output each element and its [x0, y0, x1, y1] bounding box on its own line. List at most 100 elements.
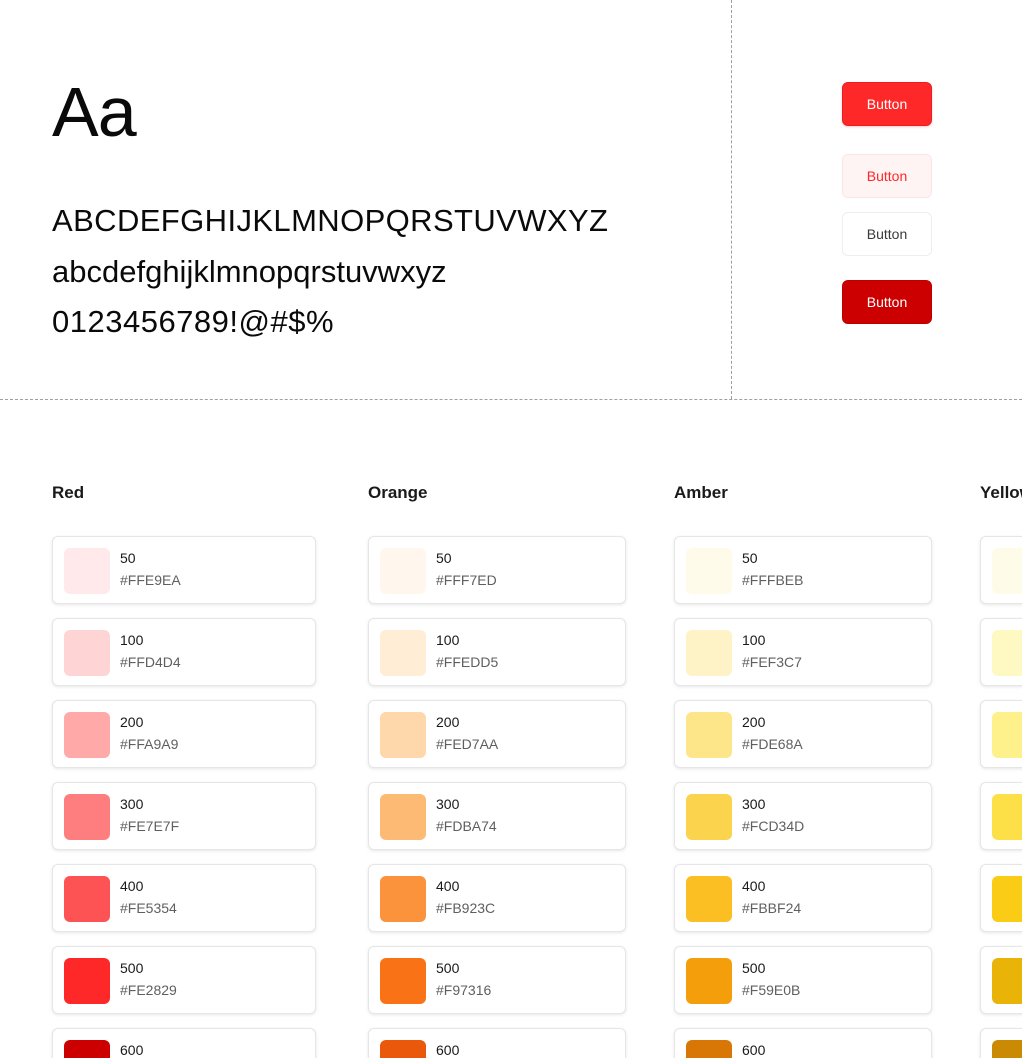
- swatch-card[interactable]: 50 #FFE9EA: [52, 536, 316, 604]
- swatch-card[interactable]: 200 #FDE68A: [674, 700, 932, 768]
- color-chip: [992, 876, 1022, 922]
- swatch-shade: 100: [120, 632, 144, 648]
- color-chip: [380, 876, 426, 922]
- color-chip: [64, 794, 110, 840]
- swatch-hex: #FFEDD5: [436, 654, 499, 670]
- swatch-card[interactable]: 100#FEF9C3: [980, 618, 1022, 686]
- type-sample: Aa: [52, 73, 137, 151]
- swatch-hex: #FED7AA: [436, 736, 499, 752]
- swatch-card[interactable]: 200#FEF08A: [980, 700, 1022, 768]
- color-chip: [686, 630, 732, 676]
- color-chip: [64, 876, 110, 922]
- swatch-card[interactable]: 600#EA580C: [368, 1028, 626, 1058]
- swatch-card[interactable]: 400#FACC15: [980, 864, 1022, 932]
- swatch-shade: 50: [120, 550, 136, 566]
- swatch-hex: #FFA9A9: [120, 736, 179, 752]
- swatch-hex: #FB923C: [436, 900, 496, 916]
- swatch-hex: #FFE9EA: [120, 572, 181, 588]
- vertical-divider: [731, 0, 732, 399]
- swatch-card[interactable]: 300#FDE047: [980, 782, 1022, 850]
- swatch-shade: 50: [742, 550, 758, 566]
- swatch-hex: #F97316: [436, 982, 492, 998]
- palette-title: Red: [52, 483, 85, 502]
- swatch-hex: #FE5354: [120, 900, 177, 916]
- swatch-hex: #F59E0B: [742, 982, 801, 998]
- swatch-shade: 100: [742, 632, 766, 648]
- swatch-card[interactable]: 300 #FDBA74: [368, 782, 626, 850]
- swatch-shade: 500: [742, 960, 766, 976]
- lowercase-alphabet: abcdefghijklmnopqrstuvwxyz: [52, 254, 447, 289]
- palette-title: Orange: [368, 483, 428, 502]
- swatch-shade: 50: [436, 550, 452, 566]
- swatch-hex: #FE2829: [120, 982, 177, 998]
- swatch-hex: #FE7E7F: [120, 818, 180, 834]
- swatch-card[interactable]: 50 #FFFBEB: [674, 536, 932, 604]
- palette-title: Yellow: [980, 483, 1022, 502]
- swatch-card[interactable]: 600#CA8A04: [980, 1028, 1022, 1058]
- color-chip: [992, 712, 1022, 758]
- color-chip: [686, 876, 732, 922]
- swatch-card[interactable]: 500 #F59E0B: [674, 946, 932, 1014]
- swatch-card[interactable]: 100 #FFD4D4: [52, 618, 316, 686]
- design-system-canvas: Aa ABCDEFGHIJKLMNOPQRSTUVWXYZ abcdefghij…: [0, 0, 1022, 1058]
- dark-button[interactable]: Button: [842, 280, 932, 324]
- color-chip: [380, 630, 426, 676]
- swatch-hex: #FCD34D: [742, 818, 805, 834]
- swatch-card[interactable]: 400 #FBBF24: [674, 864, 932, 932]
- swatch-card[interactable]: 500 #FE2829: [52, 946, 316, 1014]
- color-chip: [64, 712, 110, 758]
- color-chip: [992, 794, 1022, 840]
- swatch-card[interactable]: 400 #FB923C: [368, 864, 626, 932]
- horizontal-divider: [0, 399, 1022, 400]
- primary-button[interactable]: Button: [842, 82, 932, 126]
- swatch-shade: 200: [436, 714, 460, 730]
- ghost-button[interactable]: Button: [842, 212, 932, 256]
- color-chip: [992, 548, 1022, 594]
- swatch-shade: 400: [742, 878, 766, 894]
- swatch-card[interactable]: 500#EAB308: [980, 946, 1022, 1014]
- color-chip: [380, 958, 426, 1004]
- soft-button[interactable]: Button: [842, 154, 932, 198]
- color-chip: [686, 1040, 732, 1058]
- swatch-card[interactable]: 500 #F97316: [368, 946, 626, 1014]
- swatch-card[interactable]: 300 #FE7E7F: [52, 782, 316, 850]
- swatch-card[interactable]: 600#D97706: [674, 1028, 932, 1058]
- swatch-card[interactable]: 50#FEFCE8: [980, 536, 1022, 604]
- swatch-card[interactable]: 100 #FEF3C7: [674, 618, 932, 686]
- color-chip: [380, 1040, 426, 1058]
- swatch-shade: 200: [742, 714, 766, 730]
- swatch-hex: #FFF7ED: [436, 572, 497, 588]
- color-chip: [686, 794, 732, 840]
- swatch-shade: 300: [120, 796, 144, 812]
- color-chip: [64, 548, 110, 594]
- swatch-card[interactable]: 200 #FED7AA: [368, 700, 626, 768]
- color-chip: [992, 958, 1022, 1004]
- swatch-card[interactable]: 400 #FE5354: [52, 864, 316, 932]
- color-chip: [64, 1040, 110, 1058]
- color-chip: [686, 712, 732, 758]
- swatch-card[interactable]: 600#CC0000: [52, 1028, 316, 1058]
- swatch-card[interactable]: 300 #FCD34D: [674, 782, 932, 850]
- swatch-shade: 400: [436, 878, 460, 894]
- color-chip: [992, 630, 1022, 676]
- color-chip: [686, 548, 732, 594]
- swatch-shade: 600: [742, 1042, 766, 1058]
- swatch-card[interactable]: 50 #FFF7ED: [368, 536, 626, 604]
- color-chip: [380, 794, 426, 840]
- swatch-shade: 500: [436, 960, 460, 976]
- swatch-shade: 100: [436, 632, 460, 648]
- swatch-hex: #FEF3C7: [742, 654, 802, 670]
- swatch-hex: #FDE68A: [742, 736, 803, 752]
- color-chip: [380, 548, 426, 594]
- swatch-shade: 400: [120, 878, 144, 894]
- swatch-card[interactable]: 200 #FFA9A9: [52, 700, 316, 768]
- swatch-hex: #FBBF24: [742, 900, 802, 916]
- swatch-shade: 500: [120, 960, 144, 976]
- swatch-hex: #FDBA74: [436, 818, 497, 834]
- swatch-shade: 600: [120, 1042, 144, 1058]
- color-chip: [686, 958, 732, 1004]
- digits-symbols: 0123456789!@#$%: [52, 304, 335, 339]
- swatch-card[interactable]: 100 #FFEDD5: [368, 618, 626, 686]
- color-chip: [380, 712, 426, 758]
- swatch-shade: 300: [436, 796, 460, 812]
